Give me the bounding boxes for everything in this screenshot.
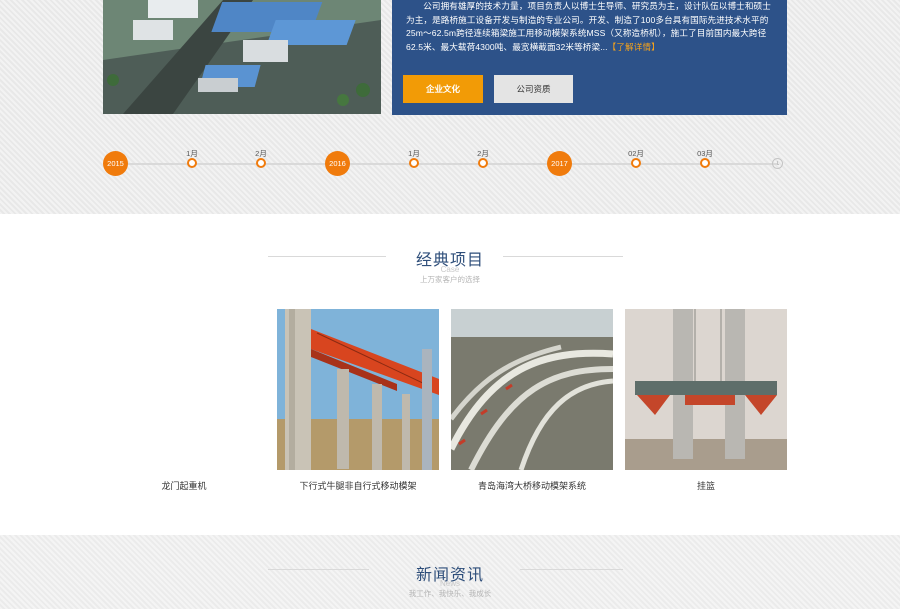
timeline-month-node[interactable]	[700, 158, 710, 168]
case-image[interactable]	[277, 309, 439, 470]
timeline-month-node[interactable]	[409, 158, 419, 168]
cases-title-en: Case	[440, 265, 460, 274]
case-card-mss-lower[interactable]: 下行式牛腿非自行式移动模架	[277, 309, 439, 499]
news-section: 新闻资讯 News 我工作、我快乐、我成长	[0, 535, 900, 609]
timeline-year-2017[interactable]: 2017	[547, 151, 572, 176]
news-header: 新闻资讯 News 我工作、我快乐、我成长	[0, 541, 900, 601]
company-aerial-photo	[103, 0, 381, 114]
news-subtitle: 我工作、我快乐、我成长	[408, 589, 492, 598]
clock-icon	[772, 158, 783, 169]
qualification-button[interactable]: 公司资质	[494, 75, 573, 103]
news-title-en: News	[439, 579, 460, 588]
about-description: 公司拥有雄厚的技术力量，项目负责人以博士生导师、研究员为主，设计队伍以博士和硕士…	[406, 0, 778, 54]
case-label[interactable]: 青岛海湾大桥移动模架系统	[451, 479, 613, 492]
timeline: 2015 1月 2月 2016 1月 2月 2017 02月 03月	[103, 146, 788, 180]
timeline-month-node[interactable]	[631, 158, 641, 168]
case-card-qingdao-bridge[interactable]: 青岛海湾大桥移动模架系统	[451, 309, 613, 499]
case-label[interactable]: 挂篮	[625, 479, 787, 492]
timeline-month-node[interactable]	[478, 158, 488, 168]
timeline-year-2015[interactable]: 2015	[103, 151, 128, 176]
about-text: 公司拥有雄厚的技术力量，项目负责人以博士生导师、研究员为主，设计队伍以博士和硕士…	[406, 1, 771, 52]
cases-section: 经典项目 Case 上万家客户的选择 龙门起重机 下行式牛腿非自行式移动模架 青…	[0, 214, 900, 535]
case-card-gantry-crane[interactable]: 龙门起重机	[103, 309, 265, 499]
cases-header: 经典项目 Case 上万家客户的选择	[0, 228, 900, 288]
culture-button[interactable]: 企业文化	[403, 75, 483, 103]
case-label[interactable]: 下行式牛腿非自行式移动模架	[277, 479, 439, 492]
about-section: 公司拥有雄厚的技术力量，项目负责人以博士生导师、研究员为主，设计队伍以博士和硕士…	[0, 0, 900, 214]
case-image[interactable]	[625, 309, 787, 470]
about-panel: 公司拥有雄厚的技术力量，项目负责人以博士生导师、研究员为主，设计队伍以博士和硕士…	[392, 0, 787, 115]
case-image[interactable]	[451, 309, 613, 470]
learn-more-link[interactable]: 【了解详情】	[608, 42, 660, 52]
timeline-month-node[interactable]	[256, 158, 266, 168]
timeline-year-2016[interactable]: 2016	[325, 151, 350, 176]
case-image-placeholder	[103, 309, 265, 470]
case-label[interactable]: 龙门起重机	[103, 479, 265, 492]
cases-subtitle: 上万家客户的选择	[420, 275, 480, 284]
case-card-hanging-basket[interactable]: 挂篮	[625, 309, 787, 499]
timeline-track	[113, 163, 778, 165]
timeline-month-node[interactable]	[187, 158, 197, 168]
